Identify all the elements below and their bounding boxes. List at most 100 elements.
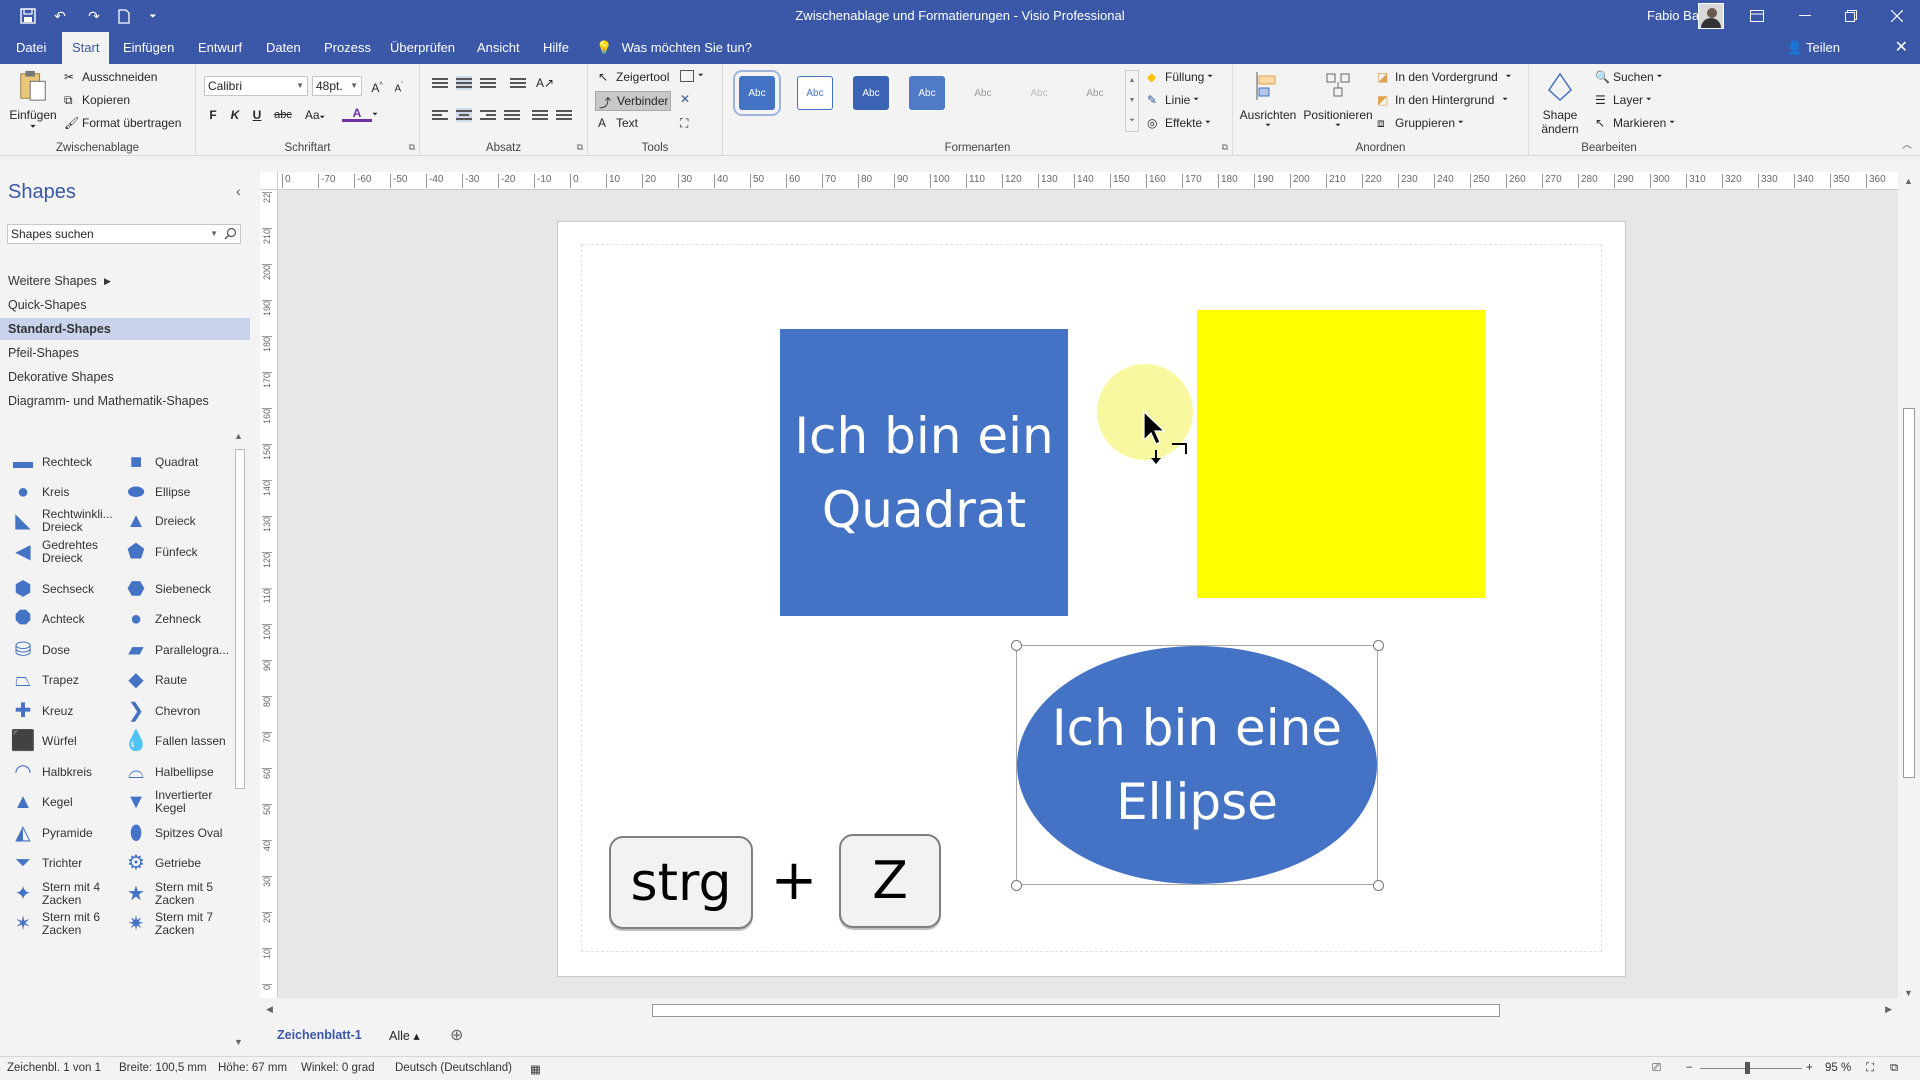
bold-button[interactable]: F	[204, 106, 222, 124]
shape-item[interactable]: ⬮ Spitzes Oval	[123, 820, 238, 846]
position-button[interactable]: Positionieren ⏷	[1303, 70, 1373, 130]
italic-button[interactable]: K	[226, 106, 244, 124]
rectangle-tool-button[interactable]: ⏷	[680, 70, 704, 82]
shape-item[interactable]: ⚙ Getriebe	[123, 850, 238, 876]
shape-item[interactable]: ▬ Rechteck	[10, 449, 125, 475]
dialog-launcher-icon[interactable]: ⧉	[577, 142, 583, 153]
dialog-launcher-icon[interactable]: ⧉	[1222, 142, 1228, 153]
collapse-panel-icon[interactable]: ‹	[236, 183, 241, 199]
find-button[interactable]: 🔍 Suchen ⏷	[1595, 70, 1662, 84]
stencil-arrow-shapes[interactable]: Pfeil-Shapes	[0, 342, 250, 364]
collapse-ribbon-icon[interactable]: ︿	[1902, 136, 1912, 151]
shape-item[interactable]: ■ Quadrat	[123, 449, 238, 475]
shape-item[interactable]: ⬛ Würfel	[10, 728, 125, 754]
shape-item[interactable]: ▲ Dreieck	[123, 508, 238, 534]
grow-font-icon[interactable]: A^	[368, 77, 386, 95]
shape-item[interactable]: ◠ Halbkreis	[10, 759, 125, 785]
group-button[interactable]: ⧈ Gruppieren ⏷	[1377, 116, 1464, 130]
scroll-up-icon[interactable]: ▲	[234, 431, 243, 441]
shape-item[interactable]: ⏢ Trapez	[10, 667, 125, 693]
shape-item[interactable]: ★ Stern mit 5 Zacken	[123, 881, 238, 907]
scroll-right-icon[interactable]: ▶	[1885, 1004, 1892, 1015]
connection-point-icon[interactable]: ✕	[680, 92, 690, 106]
stencil-chart-math-shapes[interactable]: Diagramm- und Mathematik-Shapes	[0, 390, 250, 412]
format-painter-button[interactable]: 🖌 Format übertragen	[64, 116, 181, 130]
align-bottom-icon[interactable]	[480, 76, 496, 90]
stencil-decorative-shapes[interactable]: Dekorative Shapes	[0, 366, 250, 388]
effects-button[interactable]: ◎ Effekte ⏷	[1147, 116, 1211, 130]
selection-handle[interactable]	[1373, 640, 1384, 651]
pointer-tool-button[interactable]: ↖ Zeigertool	[598, 70, 669, 84]
zoom-in-icon[interactable]: +	[1806, 1062, 1813, 1074]
shape-item[interactable]: ✷ Stern mit 7 Zacken	[123, 911, 238, 937]
restore-icon[interactable]	[1828, 0, 1874, 32]
connector-tool-button[interactable]: ⤴ Verbinder	[595, 91, 671, 111]
paste-button[interactable]: Einfügen ⏷	[6, 70, 60, 132]
shape-item[interactable]: ⬟ Fünfeck	[123, 539, 238, 565]
underline-button[interactable]: U	[248, 106, 266, 124]
tab-view[interactable]: Ansicht	[467, 32, 530, 64]
style-swatch-1[interactable]: Abc	[733, 70, 781, 116]
scroll-thumb[interactable]	[1903, 408, 1915, 778]
chevron-down-icon[interactable]: ⏷	[370, 106, 380, 124]
add-page-icon[interactable]: ⊕	[450, 1025, 463, 1045]
style-swatch-3[interactable]: Abc	[853, 76, 889, 110]
scroll-down-icon[interactable]: ▼	[1904, 988, 1913, 998]
chevron-down-icon[interactable]: ▼	[210, 225, 218, 243]
shape-item[interactable]: 💧 Fallen lassen	[123, 728, 238, 754]
shape-item[interactable]: ⬬ Ellipse	[123, 479, 238, 505]
status-page[interactable]: Zeichenbl. 1 von 1	[7, 1062, 101, 1074]
shapes-search-input[interactable]: Shapes suchen ▼	[7, 224, 241, 244]
fit-page-icon[interactable]: ⛶	[1866, 1062, 1874, 1075]
shape-item[interactable]: ⌓ Halbellipse	[123, 759, 238, 785]
scroll-thumb[interactable]	[652, 1004, 1500, 1017]
scroll-thumb[interactable]	[235, 449, 245, 789]
shape-item[interactable]: ◆ Raute	[123, 667, 238, 693]
align-middle-icon[interactable]	[456, 76, 472, 90]
tab-design[interactable]: Entwurf	[188, 32, 252, 64]
scroll-down-icon[interactable]: ▼	[234, 1037, 243, 1047]
copy-button[interactable]: ⧉ Kopieren	[64, 93, 130, 107]
shape-item[interactable]: ◭ Pyramide	[10, 820, 125, 846]
yellow-square-shape[interactable]	[1197, 310, 1485, 598]
switch-windows-icon[interactable]: ⧉	[1890, 1062, 1898, 1075]
shape-item[interactable]: ◣ Rechtwinkli... Dreieck	[10, 508, 125, 534]
zoom-level[interactable]: 95 %	[1825, 1062, 1851, 1074]
line-button[interactable]: ✎ Linie ⏷	[1147, 93, 1199, 107]
shape-item[interactable]: ✶ Stern mit 6 Zacken	[10, 911, 125, 937]
shape-item[interactable]: ❯ Chevron	[123, 698, 238, 724]
shape-item[interactable]: ✦ Stern mit 4 Zacken	[10, 881, 125, 907]
status-angle[interactable]: Winkel: 0 grad	[301, 1062, 375, 1074]
shape-item[interactable]: ▲ Kegel	[10, 789, 125, 815]
shape-item[interactable]: ⯃ Achteck	[10, 606, 125, 632]
close-window-icon[interactable]	[1874, 0, 1920, 32]
font-family-select[interactable]: Calibri ▼	[204, 76, 308, 96]
decrease-indent-icon[interactable]	[532, 108, 548, 122]
bring-to-front-button[interactable]: ◪ In den Vordergrund ⏷	[1377, 70, 1511, 84]
align-center-icon[interactable]	[456, 108, 472, 122]
status-language[interactable]: Deutsch (Deutschland)	[395, 1062, 512, 1074]
stencil-more-shapes[interactable]: Weitere Shapes ▶	[0, 270, 250, 292]
shape-item[interactable]: ● Zehneck	[123, 606, 238, 632]
status-width[interactable]: Breite: 100,5 mm	[119, 1062, 207, 1074]
shape-item[interactable]: ⛁ Dose	[10, 637, 125, 663]
text-block-icon[interactable]: ⛶	[680, 116, 688, 131]
send-to-back-button[interactable]: ◩ In den Hintergrund ⏷	[1377, 93, 1508, 107]
selection-handle[interactable]	[1011, 880, 1022, 891]
tell-me-box[interactable]: 💡 Was möchten Sie tun?	[596, 32, 752, 64]
fill-button[interactable]: ◆ Füllung ⏷	[1147, 70, 1213, 84]
macro-record-icon[interactable]: ▦	[530, 1062, 541, 1076]
blue-square-shape[interactable]: Ich bin ein Quadrat	[780, 329, 1068, 616]
plus-sign[interactable]: +	[770, 848, 818, 913]
status-height[interactable]: Höhe: 67 mm	[218, 1062, 287, 1074]
layer-button[interactable]: ☰ Layer ⏷	[1595, 93, 1652, 107]
tab-help[interactable]: Hilfe	[533, 32, 579, 64]
align-button[interactable]: Ausrichten ⏷	[1239, 70, 1297, 130]
bullets-icon[interactable]	[510, 76, 526, 90]
zoom-out-icon[interactable]: −	[1686, 1062, 1693, 1074]
search-icon[interactable]	[224, 227, 237, 240]
text-direction-icon[interactable]: A↗	[536, 74, 554, 92]
align-top-icon[interactable]	[432, 76, 448, 90]
style-swatch-6[interactable]: Abc	[1021, 76, 1057, 110]
style-swatch-5[interactable]: Abc	[965, 76, 1001, 110]
